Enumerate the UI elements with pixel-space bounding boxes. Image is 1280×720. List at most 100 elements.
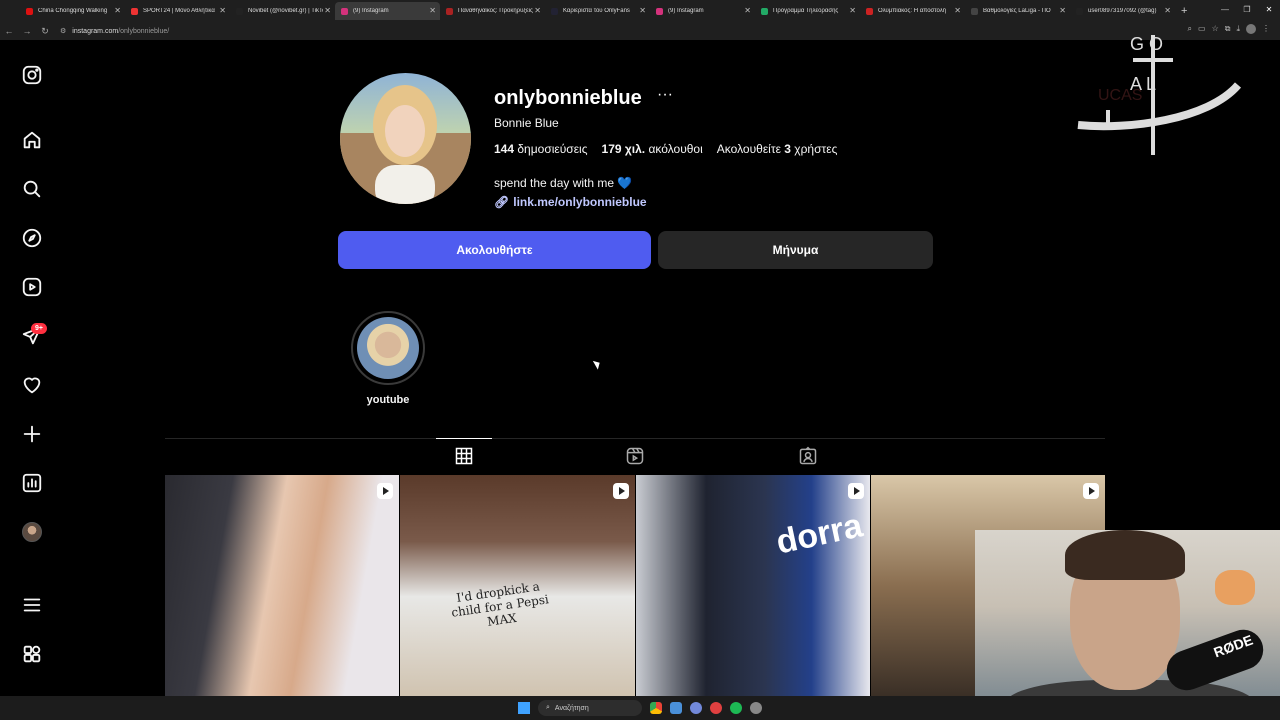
browser-tab[interactable]: Καριερίστα του OnlyFans ✕ xyxy=(545,2,650,20)
browser-tab[interactable]: user08973197092 (@tag) ✕ xyxy=(1070,2,1175,20)
windows-start-icon[interactable] xyxy=(518,702,530,714)
taskbar-search[interactable]: ⌕ Αναζήτηση xyxy=(538,700,642,716)
browser-tab-strip: China Chongqing Walking ✕ SPORT24 | Μόνο Α… xyxy=(0,0,1280,22)
minimize-button[interactable]: — xyxy=(1214,0,1236,20)
tab-title: (9) Instagram xyxy=(668,8,704,14)
close-window-button[interactable]: ✕ xyxy=(1258,0,1280,20)
profile-username: onlybonnieblue xyxy=(494,87,642,109)
shirt-text: I'd dropkick a child for a Pepsi MAX xyxy=(450,579,550,629)
more-options-icon[interactable]: ··· xyxy=(657,86,673,104)
followers-stat[interactable]: 179 χιλ. ακόλουθοι xyxy=(602,142,703,156)
forward-button[interactable]: → xyxy=(18,26,36,36)
link-icon: 🔗︎ xyxy=(494,195,510,209)
following-stat[interactable]: Ακολουθείτε 3 χρήστες xyxy=(717,142,838,156)
browser-tab[interactable]: Παναθηναϊκός: Προκηρύξεις ✕ xyxy=(440,2,545,20)
tab-close-icon[interactable]: ✕ xyxy=(534,6,541,15)
tab-close-icon[interactable]: ✕ xyxy=(219,6,226,15)
profile-picture xyxy=(340,85,471,204)
tab-close-icon[interactable]: ✕ xyxy=(849,6,856,15)
tab-posts[interactable] xyxy=(436,438,492,468)
tab-close-icon[interactable]: ✕ xyxy=(639,6,646,15)
settings-taskbar-icon[interactable] xyxy=(750,702,762,714)
tab-close-icon[interactable]: ✕ xyxy=(1059,6,1066,15)
profile-avatar[interactable] xyxy=(21,521,43,543)
instagram-sidebar: 9+ xyxy=(0,40,64,696)
window-controls: — ❐ ✕ xyxy=(1214,0,1280,20)
explore-icon[interactable] xyxy=(21,227,43,249)
tab-title: Καριερίστα του OnlyFans xyxy=(563,8,630,14)
messages-badge: 9+ xyxy=(31,323,47,334)
tab-favicon-icon xyxy=(656,7,663,15)
tab-tagged[interactable] xyxy=(796,444,820,468)
browser-tab[interactable]: (9) Instagram ✕ xyxy=(650,2,755,20)
grid-icon xyxy=(455,447,473,465)
browser-tab[interactable]: (9) Instagram ✕ xyxy=(335,2,440,20)
profile-link[interactable]: 🔗︎ link.me/onlybonnieblue xyxy=(494,195,647,209)
tab-close-icon[interactable]: ✕ xyxy=(429,6,436,15)
tab-title: China Chongqing Walking xyxy=(38,8,108,14)
profile-bio: spend the day with me 💙 xyxy=(494,176,632,190)
instagram-logo-icon[interactable] xyxy=(21,64,43,86)
profile-full-name: Bonnie Blue xyxy=(494,116,559,130)
post-thumbnail[interactable]: dorra xyxy=(635,475,870,696)
tab-reels[interactable] xyxy=(623,444,647,468)
url-field[interactable]: ⚙ instagram.com/onlybonnieblue/ xyxy=(60,27,169,36)
post-thumbnail[interactable] xyxy=(165,475,400,696)
tab-favicon-icon xyxy=(761,7,768,15)
site-info-icon[interactable]: ⚙ xyxy=(60,27,66,35)
tab-title: (9) Instagram xyxy=(353,8,389,14)
app-taskbar-icon[interactable] xyxy=(670,702,682,714)
browser-menu-icon[interactable]: ⋮ xyxy=(1262,24,1270,34)
windows-taskbar: ⌕ Αναζήτηση xyxy=(0,696,1280,720)
create-plus-icon[interactable] xyxy=(21,423,43,445)
restore-button[interactable]: ❐ xyxy=(1236,0,1258,20)
tab-title: SPORT24 | Μόνο Αθλητικά xyxy=(143,8,215,14)
menu-icon[interactable] xyxy=(21,594,43,616)
blue-heart-emoji: 💙 xyxy=(617,176,633,190)
tab-title: user08973197092 (@tag) xyxy=(1088,8,1157,14)
banner-text: dorra xyxy=(772,506,866,562)
browser-tab[interactable]: China Chongqing Walking ✕ xyxy=(20,2,125,20)
highlight-cover-image xyxy=(357,317,419,379)
browser-tab[interactable]: Προγραμμα Τηλεορασης ✕ xyxy=(755,2,860,20)
reel-indicator-icon xyxy=(612,483,629,499)
search-icon[interactable] xyxy=(21,178,43,200)
bio-text: spend the day with me xyxy=(494,176,615,190)
search-icon: ⌕ xyxy=(546,704,550,711)
browser-tab[interactable]: Ολυμπιακός: Η αποστολή ✕ xyxy=(860,2,965,20)
browser-tab[interactable]: Βαθμολογίες LaLiga - ΠΟ ✕ xyxy=(965,2,1070,20)
notifications-heart-icon[interactable] xyxy=(21,374,43,396)
tab-favicon-icon xyxy=(866,7,873,15)
home-icon[interactable] xyxy=(21,129,43,151)
dashboard-icon[interactable] xyxy=(21,472,43,494)
story-highlight[interactable] xyxy=(351,311,425,385)
tab-close-icon[interactable]: ✕ xyxy=(1164,6,1171,15)
tabs-container: China Chongqing Walking ✕ SPORT24 | Μόνο Α… xyxy=(20,2,1175,20)
tab-title: Ολυμπιακός: Η αποστολή xyxy=(878,8,947,14)
tab-favicon-icon xyxy=(446,7,453,15)
tab-close-icon[interactable]: ✕ xyxy=(744,6,751,15)
reel-indicator-icon xyxy=(377,483,394,499)
tab-close-icon[interactable]: ✕ xyxy=(954,6,961,15)
also-from-meta-icon[interactable] xyxy=(21,643,43,665)
chrome-taskbar-icon[interactable] xyxy=(650,702,662,714)
reload-button[interactable]: ↻ xyxy=(36,26,54,37)
tab-title: Novibet (@novibet.gr) | TikTok xyxy=(248,8,323,14)
tab-title: Βαθμολογίες LaLiga - ΠΟ xyxy=(983,8,1051,14)
back-button[interactable]: ← xyxy=(0,26,18,36)
tab-close-icon[interactable]: ✕ xyxy=(114,6,121,15)
follow-button[interactable]: Ακολουθήστε xyxy=(338,231,651,269)
message-button[interactable]: Μήνυμα xyxy=(658,231,933,269)
profile-link-text[interactable]: link.me/onlybonnieblue xyxy=(513,195,646,209)
reels-icon[interactable] xyxy=(21,276,43,298)
discord-taskbar-icon[interactable] xyxy=(690,702,702,714)
browser-tab[interactable]: Novibet (@novibet.gr) | TikTok ✕ xyxy=(230,2,335,20)
browser-tab[interactable]: SPORT24 | Μόνο Αθλητικά ✕ xyxy=(125,2,230,20)
profile-avatar-image[interactable] xyxy=(340,73,471,204)
reel-indicator-icon xyxy=(1083,483,1099,499)
post-thumbnail[interactable]: I'd dropkick a child for a Pepsi MAX xyxy=(400,475,635,696)
spotify-taskbar-icon[interactable] xyxy=(730,702,742,714)
tab-close-icon[interactable]: ✕ xyxy=(324,6,331,15)
new-tab-button[interactable]: + xyxy=(1181,5,1187,17)
recorder-taskbar-icon[interactable] xyxy=(710,702,722,714)
